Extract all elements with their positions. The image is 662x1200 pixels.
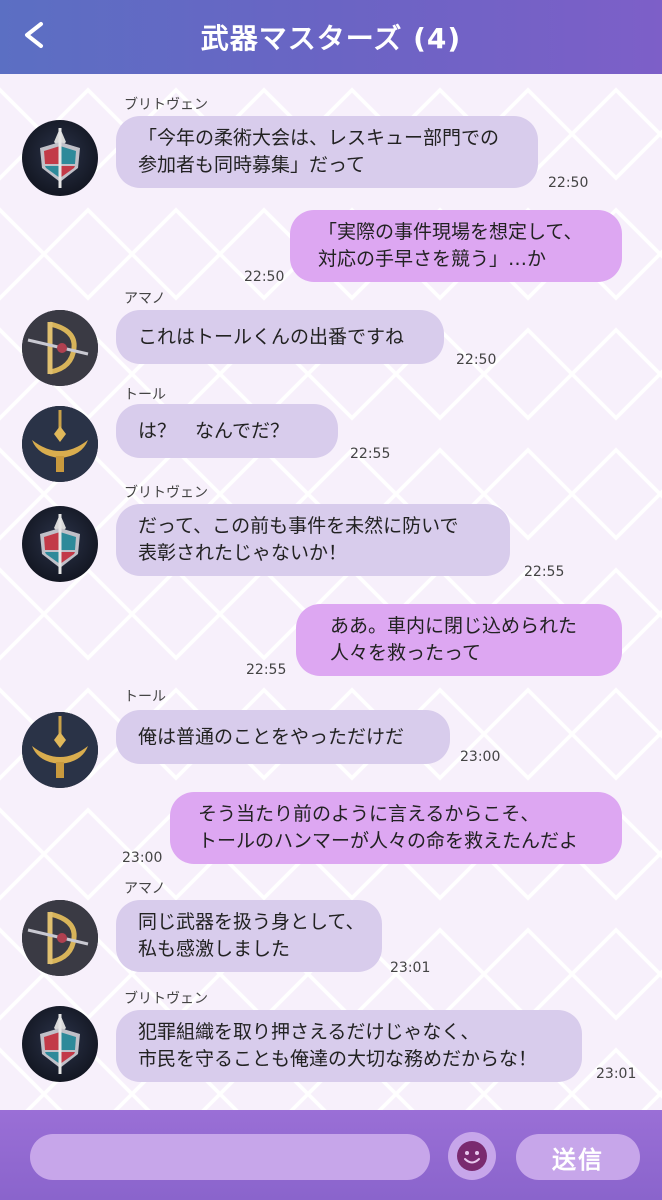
message-time: 23:01 bbox=[390, 960, 431, 976]
message-line: 人々を救ったって bbox=[330, 642, 482, 664]
message-time: 22:50 bbox=[456, 352, 497, 368]
message-line: 「実際の事件現場を想定して、 bbox=[318, 221, 583, 243]
sender-name: ブリトヴェン bbox=[124, 991, 208, 1007]
message-line: 対応の手早さを競う」…か bbox=[318, 248, 547, 270]
message-bubble[interactable]: 「実際の事件現場を想定して、 対応の手早さを競う」…か bbox=[290, 210, 622, 282]
message-line: 俺は普通のことをやっただけだ bbox=[138, 725, 405, 748]
sword-crest-icon bbox=[22, 900, 98, 976]
avatar-amano[interactable] bbox=[22, 900, 98, 976]
message-line: 私も感激しました bbox=[138, 938, 291, 960]
avatar-britoven[interactable] bbox=[22, 506, 98, 582]
chat-title: 武器マスターズ (4) bbox=[200, 22, 462, 55]
avatar-amano[interactable] bbox=[22, 310, 98, 386]
chevron-left-icon bbox=[25, 22, 43, 48]
message-time: 22:50 bbox=[548, 175, 589, 191]
smiley-icon bbox=[457, 1141, 487, 1171]
avatar-thor[interactable] bbox=[22, 712, 98, 788]
message-line: 市民を守ることも俺達の大切な務めだからな！ bbox=[138, 1048, 538, 1070]
hammer-emblem-icon bbox=[22, 406, 98, 482]
sender-name: アマノ bbox=[124, 291, 166, 307]
sender-name: トール bbox=[124, 689, 166, 705]
avatar-thor[interactable] bbox=[22, 406, 98, 482]
message-time: 23:00 bbox=[460, 749, 501, 765]
avatar-britoven[interactable] bbox=[22, 1006, 98, 1082]
message-line: 同じ武器を扱う身として、 bbox=[138, 911, 365, 933]
shield-emblem-icon bbox=[40, 514, 80, 574]
hammer-emblem-icon bbox=[22, 712, 98, 788]
sender-name: アマノ bbox=[124, 881, 166, 897]
message-time: 23:00 bbox=[122, 850, 163, 866]
shield-emblem-icon bbox=[40, 1014, 80, 1074]
back-button[interactable] bbox=[10, 8, 58, 62]
sword-crest-icon bbox=[22, 310, 98, 386]
message-time: 22:55 bbox=[524, 564, 565, 580]
message-bubble[interactable]: 俺は普通のことをやっただけだ bbox=[116, 710, 450, 764]
message-composer: 送信 bbox=[0, 1110, 662, 1200]
message-line: そう当たり前のように言えるからこそ、 bbox=[198, 803, 540, 825]
message-time: 22:50 bbox=[244, 269, 285, 285]
message-line: は？ なんでだ？ bbox=[138, 419, 290, 442]
message-bubble[interactable]: だって、この前も事件を未然に防いで 表彰されたじゃないか！ bbox=[116, 504, 510, 576]
message-bubble[interactable]: は？ なんでだ？ bbox=[116, 404, 338, 458]
message-bubble[interactable]: 犯罪組織を取り押さえるだけじゃなく、 市民を守ることも俺達の大切な務めだからな！ bbox=[116, 1010, 582, 1082]
avatar-britoven[interactable] bbox=[22, 120, 98, 196]
message-time: 22:55 bbox=[246, 662, 287, 678]
emoji-button[interactable] bbox=[448, 1132, 496, 1180]
message-bubble[interactable]: 「今年の柔術大会は、レスキュー部門での 参加者も同時募集」だって bbox=[116, 116, 538, 188]
message-line: だって、この前も事件を未然に防いで bbox=[138, 515, 459, 537]
message-bubble[interactable]: これはトールくんの出番ですね bbox=[116, 310, 444, 364]
message-line: トールのハンマーが人々の命を救えたんだよ bbox=[198, 830, 579, 852]
message-list[interactable]: ブリトヴェン 「今年の柔術大会は、レスキュー部門での 参加者も同時募集」だって … bbox=[0, 74, 662, 1110]
sender-name: トール bbox=[124, 387, 166, 403]
sender-name: ブリトヴェン bbox=[124, 97, 208, 113]
message-line: 表彰されたじゃないか！ bbox=[138, 542, 348, 564]
send-button[interactable]: 送信 bbox=[516, 1134, 640, 1180]
message-line: 「今年の柔術大会は、レスキュー部門での bbox=[138, 127, 500, 149]
chat-header: 武器マスターズ (4) bbox=[0, 0, 662, 74]
message-time: 23:01 bbox=[596, 1066, 637, 1082]
message-time: 22:55 bbox=[350, 446, 391, 462]
message-input[interactable] bbox=[30, 1134, 430, 1180]
message-line: ああ。車内に閉じ込められた bbox=[330, 615, 578, 637]
message-bubble[interactable]: ああ。車内に閉じ込められた 人々を救ったって bbox=[296, 604, 622, 676]
message-line: これはトールくんの出番ですね bbox=[138, 325, 405, 348]
sender-name: ブリトヴェン bbox=[124, 485, 208, 501]
message-line: 犯罪組織を取り押さえるだけじゃなく、 bbox=[138, 1021, 480, 1043]
message-bubble[interactable]: そう当たり前のように言えるからこそ、 トールのハンマーが人々の命を救えたんだよ bbox=[170, 792, 622, 864]
message-bubble[interactable]: 同じ武器を扱う身として、 私も感激しました bbox=[116, 900, 382, 972]
shield-emblem-icon bbox=[40, 128, 80, 188]
message-line: 参加者も同時募集」だって bbox=[138, 154, 366, 176]
